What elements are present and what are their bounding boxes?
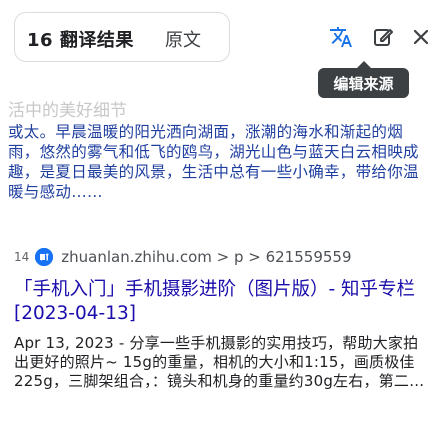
zhihu-favicon-icon — [35, 248, 54, 266]
tab-original-text[interactable]: 原文 — [165, 26, 201, 52]
edit-icon — [374, 29, 393, 46]
result-url[interactable]: zhuanlan.zhihu.com > p > 621559559 — [61, 248, 351, 266]
result-citation: 14 zhuanlan.zhihu.com > p > 621559559 — [14, 246, 428, 268]
result-snippet: 或太。早晨温暖的阳光洒向湖面，涨潮的海水和渐起的烟雨，悠然的雾气和低飞的鸥鸟，湖… — [8, 123, 419, 201]
tab-translation-result[interactable]: 16 翻译结果 — [27, 26, 134, 52]
translate-icon — [330, 27, 352, 47]
result-title-link[interactable]: 「手机入门」手机摄影进阶（图片版）- 知乎专栏 [2023-04-13] — [14, 278, 428, 326]
tab-group: 16 翻译结果 原文 — [14, 12, 230, 62]
faded-result-title: 活中的美好细节 — [8, 101, 127, 121]
search-result: 14 zhuanlan.zhihu.com > p > 621559559 「手… — [14, 246, 428, 391]
result-index: 14 — [14, 250, 30, 264]
result-description: Apr 13, 2023 - 分享一些手机摄影的实用技巧，帮助大家拍出更好的照片… — [14, 334, 425, 390]
close-icon — [413, 29, 429, 45]
translate-toolbar: 16 翻译结果 原文 — [0, 0, 438, 76]
close-button[interactable] — [406, 22, 436, 52]
edit-source-button[interactable] — [368, 22, 398, 52]
translate-button[interactable] — [326, 22, 356, 52]
edit-source-tooltip: 编辑来源 — [318, 61, 409, 98]
